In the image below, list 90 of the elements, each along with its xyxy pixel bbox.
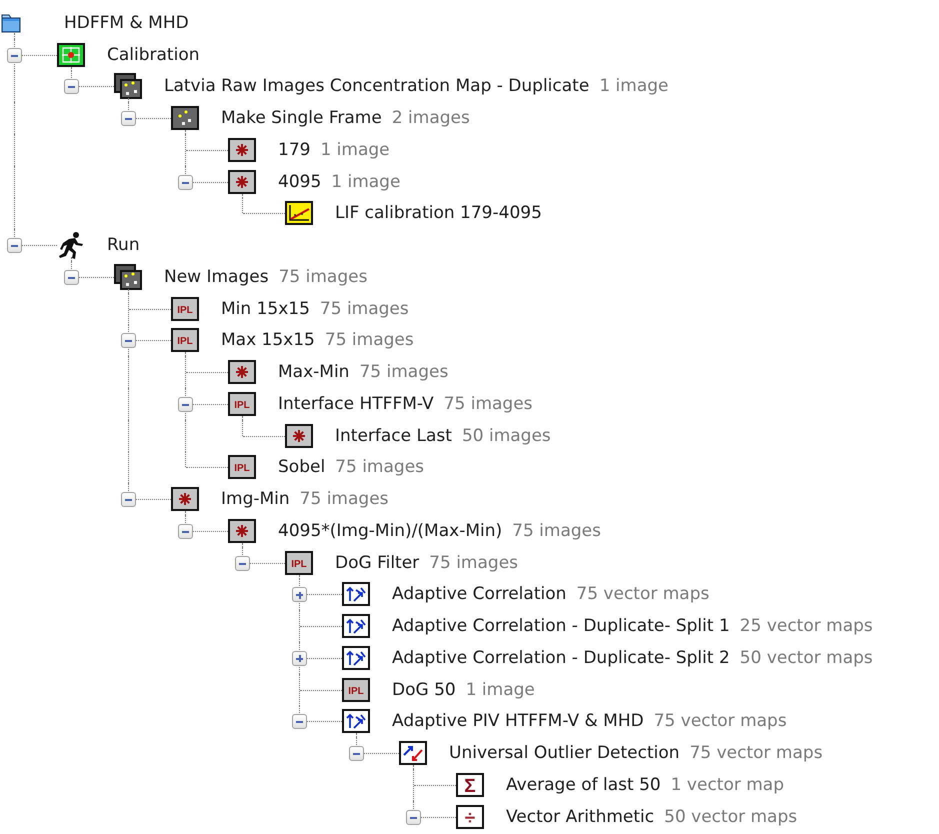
image-stack-icon	[114, 73, 142, 100]
expand-toggle[interactable]	[292, 587, 307, 602]
tree-item-label[interactable]: 4095	[278, 172, 322, 192]
tree-item-label[interactable]: Latvia Raw Images Concentration Map - Duplicate	[164, 76, 590, 96]
tree-item-label[interactable]: Calibration	[107, 44, 200, 65]
asterisk-icon	[228, 138, 256, 162]
item-count: 75 images	[512, 520, 601, 541]
tree-item-label[interactable]: Adaptive Correlation - Duplicate- Split 2	[392, 648, 730, 668]
item-count: 1 image	[320, 140, 390, 160]
item-count: 50 images	[462, 426, 551, 446]
collapse-toggle[interactable]	[178, 396, 193, 412]
image-icon	[171, 106, 199, 130]
item-count: 50 vector maps	[664, 806, 798, 827]
tree-item-label[interactable]: 4095*(Img-Min)/(Max-Min)	[278, 520, 502, 541]
tree-item-label[interactable]: Min 15x15	[221, 298, 310, 319]
ipl-icon: IPL	[285, 550, 313, 575]
outlier-arrows-icon	[399, 741, 427, 766]
vector-field-icon	[342, 709, 370, 734]
ipl-icon: IPL	[171, 296, 199, 321]
image-stack-icon	[114, 264, 142, 290]
item-count: 75 images	[320, 298, 409, 319]
asterisk-icon	[285, 424, 313, 448]
asterisk-icon	[228, 170, 256, 194]
collapse-toggle[interactable]	[7, 238, 22, 254]
collapse-toggle[interactable]	[7, 48, 22, 63]
collapse-toggle[interactable]	[121, 111, 136, 126]
ipl-icon: IPL	[171, 328, 199, 352]
item-count: 75 images	[335, 457, 424, 478]
tree-item-label[interactable]: New Images	[164, 266, 269, 287]
item-count: 1 image	[599, 76, 668, 96]
tree-item-label[interactable]: Adaptive PIV HTFFM-V & MHD	[392, 711, 644, 732]
tree-item-label[interactable]: Sobel	[278, 457, 326, 478]
collapse-toggle[interactable]	[235, 556, 250, 571]
item-count: 75 images	[444, 394, 533, 414]
tree-item-label[interactable]: Adaptive Correlation	[392, 584, 566, 604]
collapse-toggle[interactable]	[64, 270, 79, 285]
item-count: 75 vector maps	[654, 711, 787, 732]
item-count: 1 vector map	[670, 774, 784, 795]
item-count: 75 images	[429, 552, 518, 573]
sigma-icon: Σ	[456, 772, 484, 797]
item-count: 50 vector maps	[740, 648, 873, 668]
tree-item-label[interactable]: DoG 50	[392, 680, 456, 700]
collapse-toggle[interactable]	[406, 810, 421, 825]
item-count: 1 image	[466, 680, 535, 700]
collapse-toggle[interactable]	[178, 174, 193, 190]
tree-item-label[interactable]: Vector Arithmetic	[506, 806, 654, 827]
tree-item-label[interactable]: Make Single Frame	[221, 108, 382, 128]
tree-item-label[interactable]: 179	[278, 140, 310, 160]
ipl-icon: IPL	[228, 392, 256, 416]
vector-field-icon	[342, 646, 370, 670]
item-count: 1 image	[331, 172, 400, 192]
item-count: 75 images	[300, 489, 389, 510]
tree-item-label[interactable]: Universal Outlier Detection	[449, 743, 680, 764]
ipl-icon: IPL	[342, 678, 370, 702]
expand-toggle[interactable]	[292, 650, 307, 666]
collapse-toggle[interactable]	[178, 524, 193, 539]
tree-item-label[interactable]: Average of last 50	[506, 774, 661, 795]
item-count: 75 images	[278, 266, 368, 287]
tree-item-label[interactable]: Img-Min	[221, 489, 290, 510]
collapse-toggle[interactable]	[349, 746, 364, 762]
collapse-toggle[interactable]	[121, 333, 136, 348]
runner-icon	[57, 231, 85, 260]
item-count: 75 images	[359, 362, 448, 382]
calibration-icon	[57, 42, 85, 67]
vector-field-icon	[342, 614, 370, 638]
collapse-toggle[interactable]	[292, 714, 307, 730]
collapse-toggle[interactable]	[121, 492, 136, 508]
asterisk-icon	[171, 487, 199, 512]
tree-item-label[interactable]: LIF calibration 179-4095	[335, 203, 542, 224]
vector-field-icon	[342, 582, 370, 606]
asterisk-icon	[228, 360, 256, 384]
asterisk-icon	[228, 518, 256, 543]
folder-icon	[1, 12, 21, 33]
tree-item-label[interactable]: Max 15x15	[221, 330, 315, 350]
tree-item-label[interactable]: Adaptive Correlation - Duplicate- Split 1	[392, 616, 730, 636]
tree-item-label[interactable]: Interface Last	[335, 426, 452, 446]
collapse-toggle[interactable]	[64, 79, 79, 94]
tree-item-label[interactable]: Max-Min	[278, 362, 350, 382]
item-count: 25 vector maps	[740, 616, 873, 636]
divide-icon: ÷	[456, 804, 484, 829]
ipl-icon: IPL	[228, 455, 256, 480]
item-count: 75 vector maps	[690, 743, 823, 764]
chart-icon	[285, 201, 313, 226]
tree-item-label[interactable]: HDFFM & MHD	[64, 12, 189, 33]
item-count: 2 images	[392, 108, 470, 128]
item-count: 75 images	[324, 330, 414, 350]
tree-item-label[interactable]: Run	[107, 235, 140, 256]
tree-item-label[interactable]: Interface HTFFM-V	[278, 394, 434, 414]
item-count: 75 vector maps	[576, 584, 710, 604]
tree-item-label[interactable]: DoG Filter	[335, 552, 420, 573]
